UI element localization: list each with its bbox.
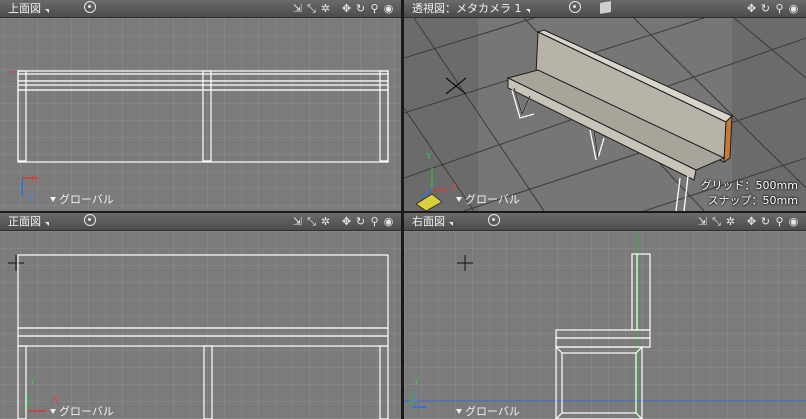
viewport-front[interactable]: 正面図 ⇲ ⤡ ✲ ✥ ↻ ⚲ ◉ Y X グローバル xyxy=(0,213,401,419)
viewport-title-menu[interactable]: 右面図 xyxy=(412,213,453,230)
zoom-selection-icon[interactable]: ⤡ xyxy=(305,0,318,17)
coordinate-system-menu[interactable]: グローバル xyxy=(50,403,114,419)
target-icon[interactable] xyxy=(569,1,581,13)
zoom-icon[interactable]: ⚲ xyxy=(368,213,381,230)
viewport-header: 上面図 ⇲ ⤡ ✲ ✥ ↻ ⚲ ◉ xyxy=(0,0,401,18)
coordinate-system-label: グローバル xyxy=(465,193,520,206)
maximize-icon[interactable]: ◉ xyxy=(382,213,395,230)
maximize-icon[interactable]: ◉ xyxy=(787,213,800,230)
coordinate-system-menu[interactable]: グローバル xyxy=(456,403,520,419)
viewport-title: 右面図 xyxy=(412,215,445,228)
coordinate-system-menu[interactable]: グローバル xyxy=(456,191,520,207)
dropdown-icon xyxy=(449,222,453,226)
maximize-icon[interactable]: ◉ xyxy=(382,0,395,17)
dropdown-icon xyxy=(45,9,49,13)
zoom-selection-icon[interactable]: ⤡ xyxy=(305,213,318,230)
target-icon[interactable] xyxy=(488,214,500,226)
snap-size-label: スナップ：50mm xyxy=(707,194,798,207)
zoom-fit-icon[interactable]: ⇲ xyxy=(696,213,709,230)
viewport-title-menu[interactable]: 上面図 xyxy=(8,0,49,17)
axis-y-label: Y xyxy=(30,377,36,387)
viewport-title: 上面図 xyxy=(8,2,41,15)
target-icon[interactable] xyxy=(84,214,96,226)
pan-icon[interactable]: ✥ xyxy=(340,0,353,17)
pan-icon[interactable]: ✥ xyxy=(745,213,758,230)
zoom-selection-icon[interactable]: ⤡ xyxy=(710,213,723,230)
dropdown-icon xyxy=(45,222,49,226)
viewport-canvas[interactable]: X Z グローバル xyxy=(0,18,401,211)
axis-y-label: Y xyxy=(414,377,420,387)
viewport-top[interactable]: 上面図 ⇲ ⤡ ✲ ✥ ↻ ⚲ ◉ X Z グローバル xyxy=(0,0,401,211)
render-mode-icon[interactable] xyxy=(600,1,611,14)
coordinate-system-label: グローバル xyxy=(59,405,114,418)
zoom-fit-icon[interactable]: ⇲ xyxy=(291,0,304,17)
viewport-title: 透視図：メタカメラ 1 xyxy=(412,2,522,15)
coordinate-system-menu[interactable]: グローバル xyxy=(50,191,114,207)
viewport-canvas[interactable]: Y X グローバル xyxy=(0,231,401,419)
axis-y-label: Y xyxy=(426,152,432,162)
settings-icon[interactable]: ✲ xyxy=(319,213,332,230)
axis-z-label: Z xyxy=(412,394,419,404)
wireframe-top xyxy=(0,18,401,211)
viewport-header: 透視図：メタカメラ 1 ✥ ↻ ⚲ ◉ xyxy=(404,0,806,18)
rotate-icon[interactable]: ↻ xyxy=(759,0,772,17)
axis-z-label: Z xyxy=(28,193,35,203)
viewport-title-menu[interactable]: 透視図：メタカメラ 1 xyxy=(412,0,530,17)
viewport-title-menu[interactable]: 正面図 xyxy=(8,213,49,230)
dropdown-icon xyxy=(50,197,56,202)
viewport-canvas[interactable]: Y X グリッド：500mm スナップ：50mm グローバル xyxy=(404,18,806,211)
viewport-canvas[interactable]: Y Z グローバル xyxy=(404,231,806,419)
coordinate-system-label: グローバル xyxy=(465,405,520,418)
rotate-icon[interactable]: ↻ xyxy=(759,213,772,230)
zoom-icon[interactable]: ⚲ xyxy=(773,0,786,17)
dropdown-icon xyxy=(50,409,56,414)
wireframe-front xyxy=(0,231,401,419)
axis-x-label: X xyxy=(31,175,38,185)
viewport-right[interactable]: 右面図 ⇲ ⤡ ✲ ✥ ↻ ⚲ ◉ Y Z グローバル xyxy=(404,213,806,419)
viewport-perspective[interactable]: 透視図：メタカメラ 1 ✥ ↻ ⚲ ◉ Y X グリッド：500mm スナップ：… xyxy=(404,0,806,211)
rotate-icon[interactable]: ↻ xyxy=(354,213,367,230)
dropdown-icon xyxy=(456,409,462,414)
zoom-icon[interactable]: ⚲ xyxy=(773,213,786,230)
viewport-title: 正面図 xyxy=(8,215,41,228)
viewport-header: 正面図 ⇲ ⤡ ✲ ✥ ↻ ⚲ ◉ xyxy=(0,213,401,231)
coordinate-system-label: グローバル xyxy=(59,193,114,206)
pan-icon[interactable]: ✥ xyxy=(340,213,353,230)
viewport-header: 右面図 ⇲ ⤡ ✲ ✥ ↻ ⚲ ◉ xyxy=(404,213,806,231)
settings-icon[interactable]: ✲ xyxy=(319,0,332,17)
zoom-fit-icon[interactable]: ⇲ xyxy=(291,213,304,230)
rotate-icon[interactable]: ↻ xyxy=(354,0,367,17)
zoom-icon[interactable]: ⚲ xyxy=(368,0,381,17)
dropdown-icon xyxy=(525,9,530,13)
maximize-icon[interactable]: ◉ xyxy=(787,0,800,17)
pan-icon[interactable]: ✥ xyxy=(745,0,758,17)
dropdown-icon xyxy=(456,197,462,202)
settings-icon[interactable]: ✲ xyxy=(724,213,737,230)
grid-size-label: グリッド：500mm xyxy=(700,179,798,192)
wireframe-right xyxy=(404,231,806,419)
target-icon[interactable] xyxy=(84,1,96,13)
